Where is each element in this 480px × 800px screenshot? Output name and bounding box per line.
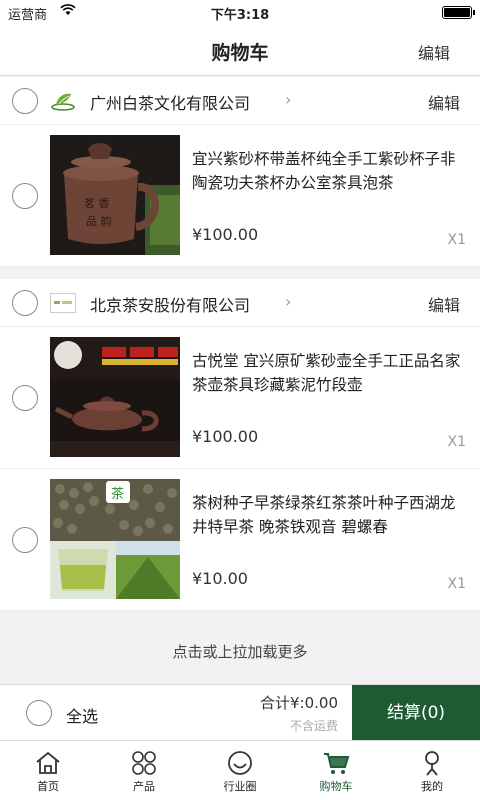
- tab-cart[interactable]: 购物车: [288, 741, 384, 800]
- page-title: 购物车: [211, 42, 269, 64]
- product-image[interactable]: 茶: [50, 479, 180, 599]
- select-all-label[interactable]: 全选: [66, 703, 98, 727]
- tab-label: 我的: [421, 780, 443, 793]
- product-quantity: X1: [447, 232, 467, 248]
- product-title[interactable]: 宜兴紫砂杯带盖杯纯全手工紫砂杯子非陶瓷功夫茶杯办公室茶具泡茶: [192, 147, 467, 195]
- tab-label: 行业圈: [223, 780, 257, 793]
- svg-text:品 韵: 品 韵: [86, 214, 112, 228]
- product-price: ¥100.00: [192, 427, 259, 446]
- item-select-radio[interactable]: [12, 385, 38, 411]
- battery-icon: [442, 6, 475, 19]
- product-image[interactable]: 茗 香 品 韵: [50, 135, 180, 255]
- tab-products[interactable]: 产品: [96, 741, 192, 800]
- shop-header: 北京茶安股份有限公司 › 编辑: [0, 279, 480, 327]
- tab-label: 购物车: [319, 780, 353, 793]
- user-icon: [425, 751, 439, 776]
- shop-edit-button[interactable]: 编辑: [428, 292, 460, 316]
- item-select-radio[interactable]: [12, 527, 38, 553]
- svg-text:茗 香: 茗 香: [84, 197, 110, 210]
- cart-icon: [324, 753, 350, 774]
- shop-edit-button[interactable]: 编辑: [428, 90, 460, 114]
- shop-name[interactable]: 北京茶安股份有限公司: [90, 292, 250, 316]
- edit-cart-button[interactable]: 编辑: [418, 40, 450, 64]
- chevron-right-icon[interactable]: ›: [285, 90, 291, 109]
- tab-mine[interactable]: 我的: [384, 741, 480, 800]
- nav-bar: 购物车 编辑: [0, 24, 480, 76]
- company-logo: [50, 291, 76, 315]
- cart-list: 广州白茶文化有限公司 › 编辑 茗 香 品 韵 宜兴紫砂杯带盖杯纯全手工紫砂杯子…: [0, 77, 480, 685]
- smile-icon: [228, 751, 252, 775]
- svg-text:茶: 茶: [111, 486, 124, 502]
- product-quantity: X1: [447, 434, 467, 450]
- section-divider: [0, 267, 480, 279]
- chevron-right-icon[interactable]: ›: [285, 292, 291, 311]
- cart-item: 茗 香 品 韵 宜兴紫砂杯带盖杯纯全手工紫砂杯子非陶瓷功夫茶杯办公室茶具泡茶 ¥…: [0, 125, 480, 267]
- grid-icon: [132, 751, 156, 775]
- product-title[interactable]: 茶树种子早茶绿茶红茶茶叶种子西湖龙井特早茶 晚茶铁观音 碧螺春: [192, 491, 467, 539]
- cart-item: 古悦堂 宜兴原矿紫砂壶全手工正品名家茶壶茶具珍藏紫泥竹段壶 ¥100.00 X1: [0, 327, 480, 469]
- checkout-button[interactable]: 结算(0): [352, 685, 480, 741]
- shop-select-radio[interactable]: [12, 88, 38, 114]
- product-image[interactable]: [50, 337, 180, 457]
- shipping-note: 不含运费: [289, 719, 338, 733]
- tab-label: 首页: [37, 780, 59, 793]
- status-bar: 运营商 下午3:18: [0, 0, 480, 24]
- tab-industry[interactable]: 行业圈: [192, 741, 288, 800]
- item-select-radio[interactable]: [12, 183, 38, 209]
- shop-header: 广州白茶文化有限公司 › 编辑: [0, 77, 480, 125]
- product-price: ¥10.00: [192, 569, 248, 588]
- select-all-radio[interactable]: [26, 700, 52, 726]
- cart-item: 茶 茶树种子早茶绿茶红茶茶叶种子西湖龙井特早茶 晚茶铁观音 碧螺春 ¥10.00…: [0, 469, 480, 611]
- total-price: 合计¥:0.00: [260, 694, 338, 712]
- status-time: 下午3:18: [210, 8, 270, 23]
- shop-name[interactable]: 广州白茶文化有限公司: [90, 90, 250, 114]
- product-quantity: X1: [447, 576, 467, 592]
- tab-home[interactable]: 首页: [0, 741, 96, 800]
- shop-select-radio[interactable]: [12, 290, 38, 316]
- tab-bar: 首页 产品 行业圈 购物车 我的: [0, 740, 480, 800]
- tab-label: 产品: [133, 780, 155, 793]
- product-title[interactable]: 古悦堂 宜兴原矿紫砂壶全手工正品名家茶壶茶具珍藏紫泥竹段壶: [192, 349, 467, 397]
- tea-leaf-logo: [50, 89, 76, 113]
- load-more-button[interactable]: 点击或上拉加载更多: [0, 611, 480, 685]
- checkout-bar: 全选 合计¥:0.00 不含运费 结算(0): [0, 684, 480, 741]
- product-price: ¥100.00: [192, 225, 259, 244]
- home-icon: [36, 751, 60, 774]
